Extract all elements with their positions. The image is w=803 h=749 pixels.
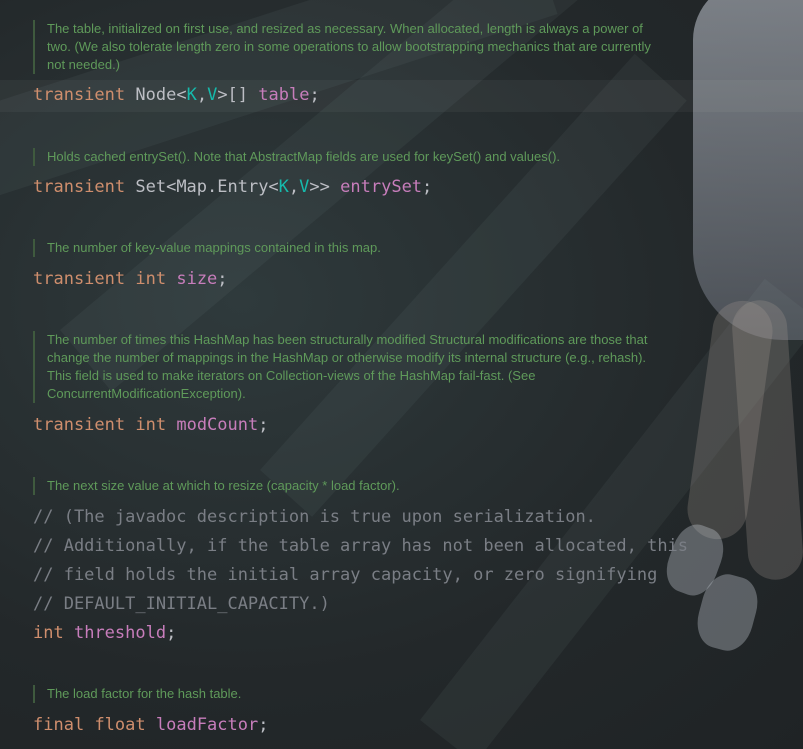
keyword: int bbox=[135, 415, 167, 435]
keyword: final bbox=[33, 715, 85, 735]
type-parameter: K bbox=[186, 85, 197, 105]
semicolon: ; bbox=[258, 715, 269, 735]
javadoc-size: The number of key-value mappings contain… bbox=[33, 239, 667, 257]
code-line-table[interactable]: transient Node<K,V>[] table; bbox=[33, 81, 320, 110]
line-comment: // (The javadoc description is true upon… bbox=[33, 507, 596, 527]
code-line-loadfactor[interactable]: final float loadFactor; bbox=[33, 711, 268, 740]
javadoc-loadfactor: The load factor for the hash table. bbox=[33, 685, 667, 703]
keyword: transient bbox=[33, 269, 126, 289]
semicolon: ; bbox=[217, 269, 228, 289]
keyword: transient bbox=[33, 415, 126, 435]
punctuation: , bbox=[196, 85, 208, 105]
line-comment: // field holds the initial array capacit… bbox=[33, 565, 658, 585]
javadoc-entryset: Holds cached entrySet(). Note that Abstr… bbox=[33, 148, 667, 166]
keyword: transient bbox=[33, 85, 126, 105]
javadoc-threshold: The next size value at which to resize (… bbox=[33, 477, 667, 495]
type-name: Node< bbox=[135, 85, 187, 105]
semicolon: ; bbox=[309, 85, 320, 105]
semicolon: ; bbox=[422, 177, 433, 197]
code-line-modcount[interactable]: transient int modCount; bbox=[33, 411, 268, 440]
type-name: >[] bbox=[217, 85, 249, 105]
field-name: table bbox=[258, 85, 310, 105]
javadoc-table: The table, initialized on first use, and… bbox=[33, 20, 667, 74]
field-name: size bbox=[176, 269, 218, 289]
line-comment: // DEFAULT_INITIAL_CAPACITY.) bbox=[33, 594, 330, 614]
keyword: int bbox=[33, 623, 64, 643]
type-name: >> bbox=[309, 177, 330, 197]
keyword: transient bbox=[33, 177, 126, 197]
code-line-size[interactable]: transient int size; bbox=[33, 265, 228, 294]
field-name: entrySet bbox=[340, 177, 423, 197]
code-block-threshold[interactable]: // (The javadoc description is true upon… bbox=[33, 503, 688, 648]
type-parameter: K bbox=[278, 177, 289, 197]
code-editor[interactable]: The table, initialized on first use, and… bbox=[0, 0, 803, 749]
keyword: float bbox=[94, 715, 146, 735]
javadoc-modcount: The number of times this HashMap has bee… bbox=[33, 331, 667, 403]
type-parameter: V bbox=[207, 85, 218, 105]
keyword: int bbox=[135, 269, 167, 289]
type-name: Set<Map.Entry< bbox=[135, 177, 279, 197]
field-name: modCount bbox=[176, 415, 259, 435]
semicolon: ; bbox=[258, 415, 269, 435]
field-name: threshold bbox=[73, 623, 167, 643]
code-line-threshold[interactable]: int threshold; bbox=[33, 619, 688, 648]
punctuation: , bbox=[288, 177, 300, 197]
field-name: loadFactor bbox=[155, 715, 259, 735]
code-line-entryset[interactable]: transient Set<Map.Entry<K,V>> entrySet; bbox=[33, 173, 432, 202]
semicolon: ; bbox=[166, 623, 177, 643]
line-comment: // Additionally, if the table array has … bbox=[33, 536, 689, 556]
type-parameter: V bbox=[299, 177, 310, 197]
